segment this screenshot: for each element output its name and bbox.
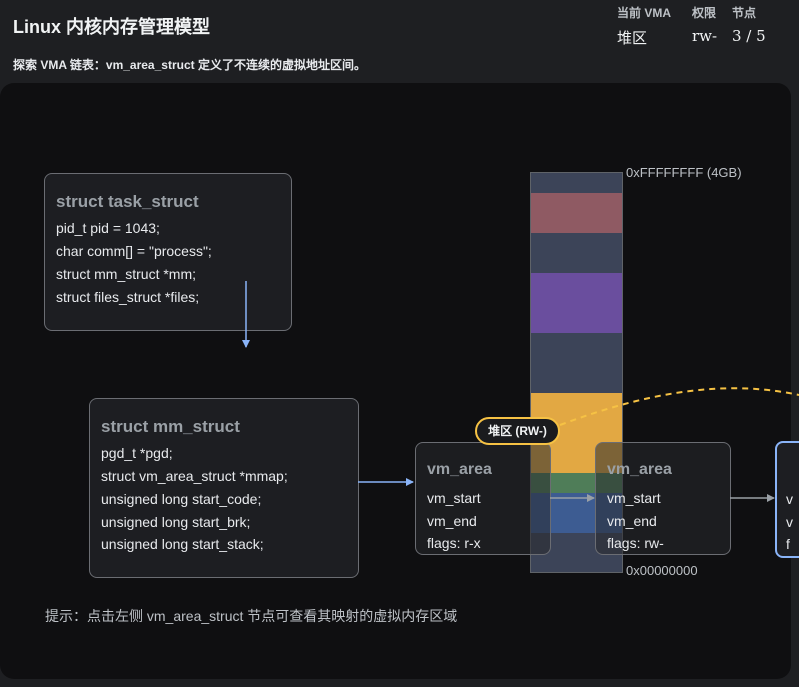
heap-highlight-link (559, 387, 799, 426)
hint-text: 提示：点击左侧 vm_area_struct 节点可查看其映射的虚拟内存区域 (45, 608, 458, 624)
connector-layer (242, 281, 799, 502)
